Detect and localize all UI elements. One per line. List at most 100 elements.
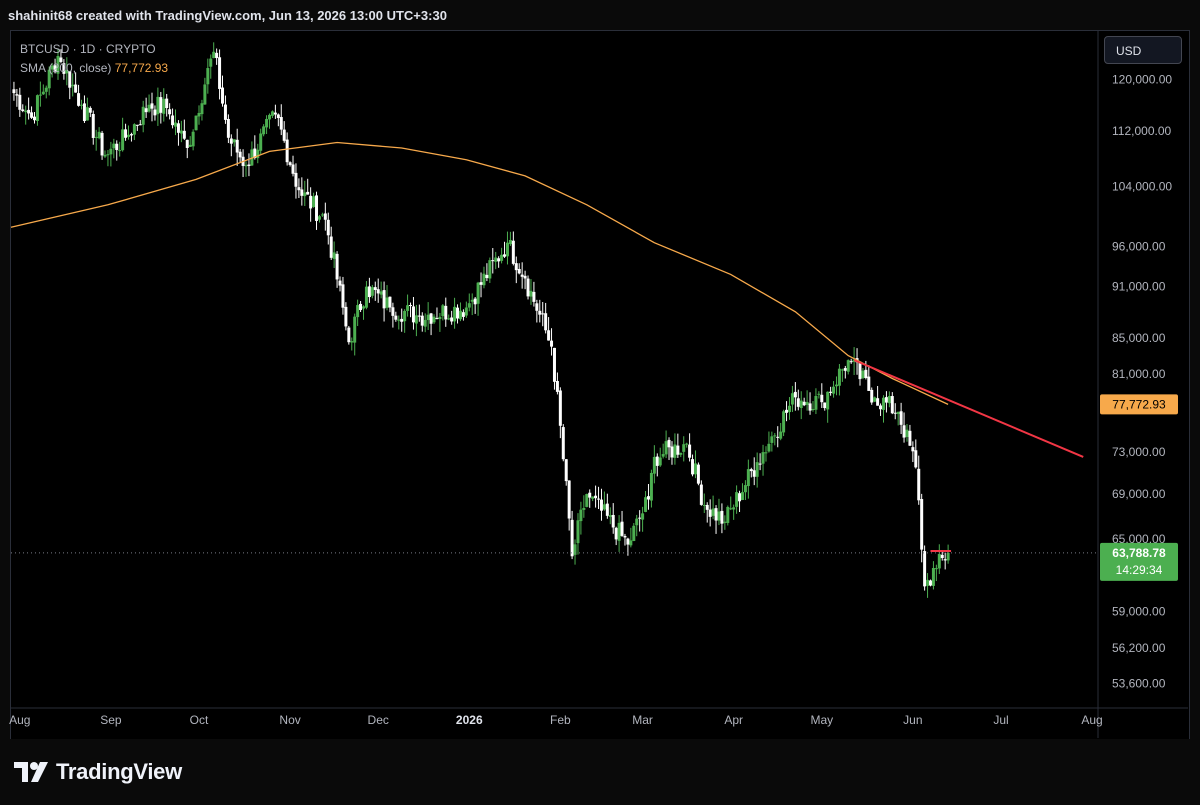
candle-body — [776, 436, 780, 438]
candle-body — [923, 551, 927, 587]
candle-body — [24, 110, 28, 113]
candle-body — [174, 122, 178, 127]
candle-body — [441, 305, 445, 317]
candle-body — [670, 446, 674, 458]
candle-body — [773, 435, 777, 437]
candle-body — [182, 130, 186, 139]
candle-body — [620, 521, 624, 536]
candle-body — [767, 443, 771, 452]
candle-body — [782, 411, 786, 433]
candle-body — [902, 425, 906, 438]
candle-body — [579, 509, 583, 522]
candle-body — [388, 296, 392, 308]
candle-body — [212, 51, 216, 59]
candle-body — [203, 84, 207, 105]
candle-body — [626, 538, 630, 545]
candle-body — [473, 298, 477, 305]
candle-body — [861, 370, 865, 379]
symbol-label[interactable]: BTCUSD · 1D · CRYPTO — [20, 40, 168, 59]
candle-body — [306, 191, 310, 195]
candle-body — [905, 429, 909, 438]
candle-body — [494, 257, 498, 262]
candle-body — [367, 286, 371, 298]
candle-body — [943, 559, 947, 561]
candle-body — [379, 291, 383, 295]
candle-body — [726, 506, 730, 523]
currency-button[interactable]: USD — [1104, 36, 1182, 64]
candle-body — [699, 484, 703, 505]
sma-legend[interactable]: SMA (200, close) 77,772.93 — [20, 59, 168, 78]
candle-body — [655, 456, 659, 466]
candle-body — [223, 104, 227, 120]
candle-body — [503, 254, 507, 257]
candle-body — [359, 303, 363, 311]
sma-200-line — [10, 141, 949, 405]
candle-body — [482, 273, 486, 286]
candle-body — [297, 187, 301, 191]
candle-body — [21, 109, 25, 112]
candle-body — [829, 391, 833, 393]
candle-body — [849, 361, 853, 363]
candle-body — [652, 456, 656, 474]
candle-body — [629, 540, 633, 546]
candle-body — [785, 409, 789, 413]
candle-body — [168, 109, 172, 115]
candle-body — [934, 568, 938, 570]
candle-body — [550, 340, 554, 347]
candle-body — [18, 94, 22, 110]
candle-body — [320, 214, 324, 216]
x-tick-label: Feb — [550, 713, 571, 727]
candle-body — [688, 444, 692, 458]
x-tick-label: Sep — [100, 713, 122, 727]
tradingview-logo[interactable]: TradingView — [14, 759, 182, 785]
candle-body — [347, 327, 351, 343]
candle-body — [226, 118, 230, 138]
candle-body — [532, 291, 536, 302]
candle-body — [124, 129, 128, 138]
candle-body — [279, 117, 283, 130]
candle-body — [344, 306, 348, 327]
candle-body — [535, 303, 539, 311]
candle-body — [385, 297, 389, 308]
x-tick-label: Mar — [632, 713, 653, 727]
candle-body — [914, 450, 918, 468]
candle-body — [567, 480, 571, 519]
candle-body — [864, 369, 868, 378]
candle-body — [893, 412, 897, 414]
candle-body — [156, 96, 160, 115]
candle-body — [221, 87, 225, 104]
candle-body — [544, 313, 548, 331]
candle-body — [458, 310, 462, 320]
candle-body — [908, 430, 912, 446]
candle-body — [746, 469, 750, 487]
candle-body — [608, 515, 612, 517]
candle-body — [71, 84, 75, 87]
y-tick-label: 53,600.00 — [1112, 676, 1166, 690]
candle-body — [846, 360, 850, 372]
candle-body — [814, 395, 818, 410]
candle-body — [41, 91, 45, 95]
x-tick-label: May — [810, 713, 833, 727]
candle-body — [438, 316, 442, 320]
candle-body — [159, 97, 163, 113]
candle-body — [738, 493, 742, 502]
candle-body — [611, 514, 615, 528]
candle-body — [588, 492, 592, 498]
candle-body — [106, 154, 110, 156]
chart-legend: BTCUSD · 1D · CRYPTO SMA (200, close) 77… — [20, 40, 168, 78]
candle-body — [300, 189, 304, 196]
candle-body — [323, 213, 327, 220]
price-chart[interactable]: 120,000.00 112,000.00 104,000.00 96,000.00 9… — [0, 0, 1200, 805]
candle-body — [476, 282, 480, 304]
candle-body — [165, 98, 169, 109]
candle-body — [811, 408, 815, 410]
candle-body — [74, 84, 78, 93]
y-tick-label: 104,000.00 — [1112, 180, 1172, 194]
y-tick-label: 112,000.00 — [1112, 124, 1171, 138]
candle-body — [185, 139, 189, 148]
x-tick-label: Nov — [279, 713, 300, 727]
candle-body — [711, 508, 715, 516]
candle-body — [127, 134, 131, 137]
candle-body — [790, 393, 794, 405]
tradingview-logo-icon — [14, 762, 48, 782]
